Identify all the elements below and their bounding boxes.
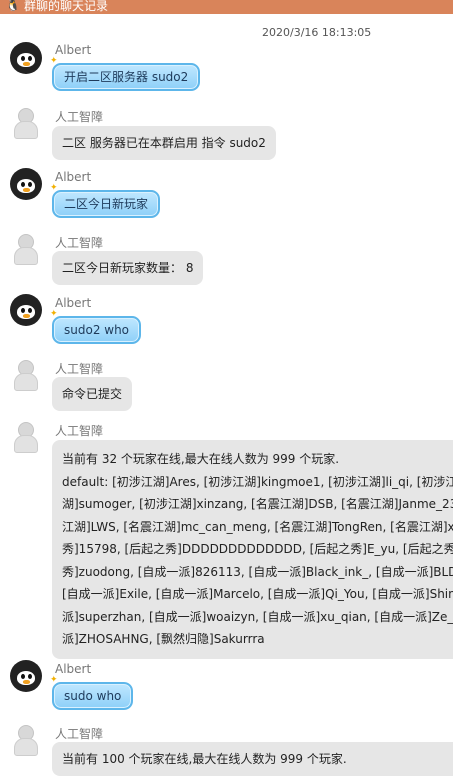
message-line: 派]ZHOSAHNG, [飘然归隐]Sakurrra — [62, 632, 265, 646]
message-bubble[interactable]: 当前有 32 个玩家在线,最大在线人数为 999 个玩家. default: [… — [52, 440, 453, 659]
sender-name: 人工智障 — [55, 424, 104, 438]
message-line: [自成一派]Exile, [自成一派]Marcelo, [自成一派]Qi_You… — [62, 587, 453, 601]
sender-name: 人工智障 — [55, 727, 104, 741]
message-line: 湖]sumoger, [初涉江湖]xinzang, [名震江湖]DSB, [名震… — [62, 497, 453, 511]
message-line: 江湖]LWS, [名震江湖]mc_can_meng, [名震江湖]TongRen… — [62, 519, 453, 534]
qq-penguin-icon: 🐧 — [6, 0, 20, 12]
message-bubble[interactable]: 当前有 100 个玩家在线,最大在线人数为 999 个玩家. — [52, 742, 453, 776]
sender-name: 人工智障 — [55, 110, 104, 124]
message-bubble[interactable]: 二区今日新玩家数量： 8 — [52, 251, 204, 285]
message-bubble[interactable]: 二区今日新玩家 — [52, 190, 161, 218]
window-title: 群聊的聊天记录 — [24, 0, 109, 13]
message-bubble[interactable]: 开启二区服务器 sudo2 — [52, 63, 201, 91]
message-bubble[interactable]: 命令已提交 — [52, 377, 133, 411]
avatar[interactable] — [10, 723, 40, 757]
message-bubble[interactable]: sudo2 who — [52, 316, 142, 344]
message-line: 派]superzhan, [自成一派]woaizyn, [自成一派]xu_qia… — [62, 609, 453, 624]
avatar[interactable] — [10, 660, 42, 692]
window-titlebar: 🐧 群聊的聊天记录 — [0, 0, 453, 14]
message-bubble[interactable]: 二区 服务器已在本群启用 指令 sudo2 — [52, 126, 276, 160]
sender-name: Albert — [55, 296, 92, 310]
sender-name: 人工智障 — [55, 362, 104, 376]
message-line: 秀]15798, [后起之秀]DDDDDDDDDDDDD, [后起之秀]E_yu… — [62, 542, 453, 556]
sender-name: Albert — [55, 170, 92, 184]
message-bubble[interactable]: sudo who — [52, 682, 134, 710]
avatar[interactable] — [10, 420, 40, 454]
avatar[interactable] — [10, 106, 40, 140]
avatar[interactable] — [10, 358, 40, 392]
avatar[interactable] — [10, 42, 42, 74]
avatar[interactable] — [10, 294, 42, 326]
message-line: 当前有 32 个玩家在线,最大在线人数为 999 个玩家. — [62, 452, 340, 466]
message-line: 秀]zuodong, [自成一派]826113, [自成一派]Black_ink… — [62, 564, 453, 579]
message-line: default: [初涉江湖]Ares, [初涉江湖]kingmoe1, [初涉… — [62, 474, 453, 489]
message-timestamp: 2020/3/16 18:13:05 — [262, 26, 372, 39]
avatar[interactable] — [10, 168, 42, 200]
sender-name: Albert — [55, 662, 92, 676]
avatar[interactable] — [10, 232, 40, 266]
sender-name: 人工智障 — [55, 236, 104, 250]
sender-name: Albert — [55, 43, 92, 57]
